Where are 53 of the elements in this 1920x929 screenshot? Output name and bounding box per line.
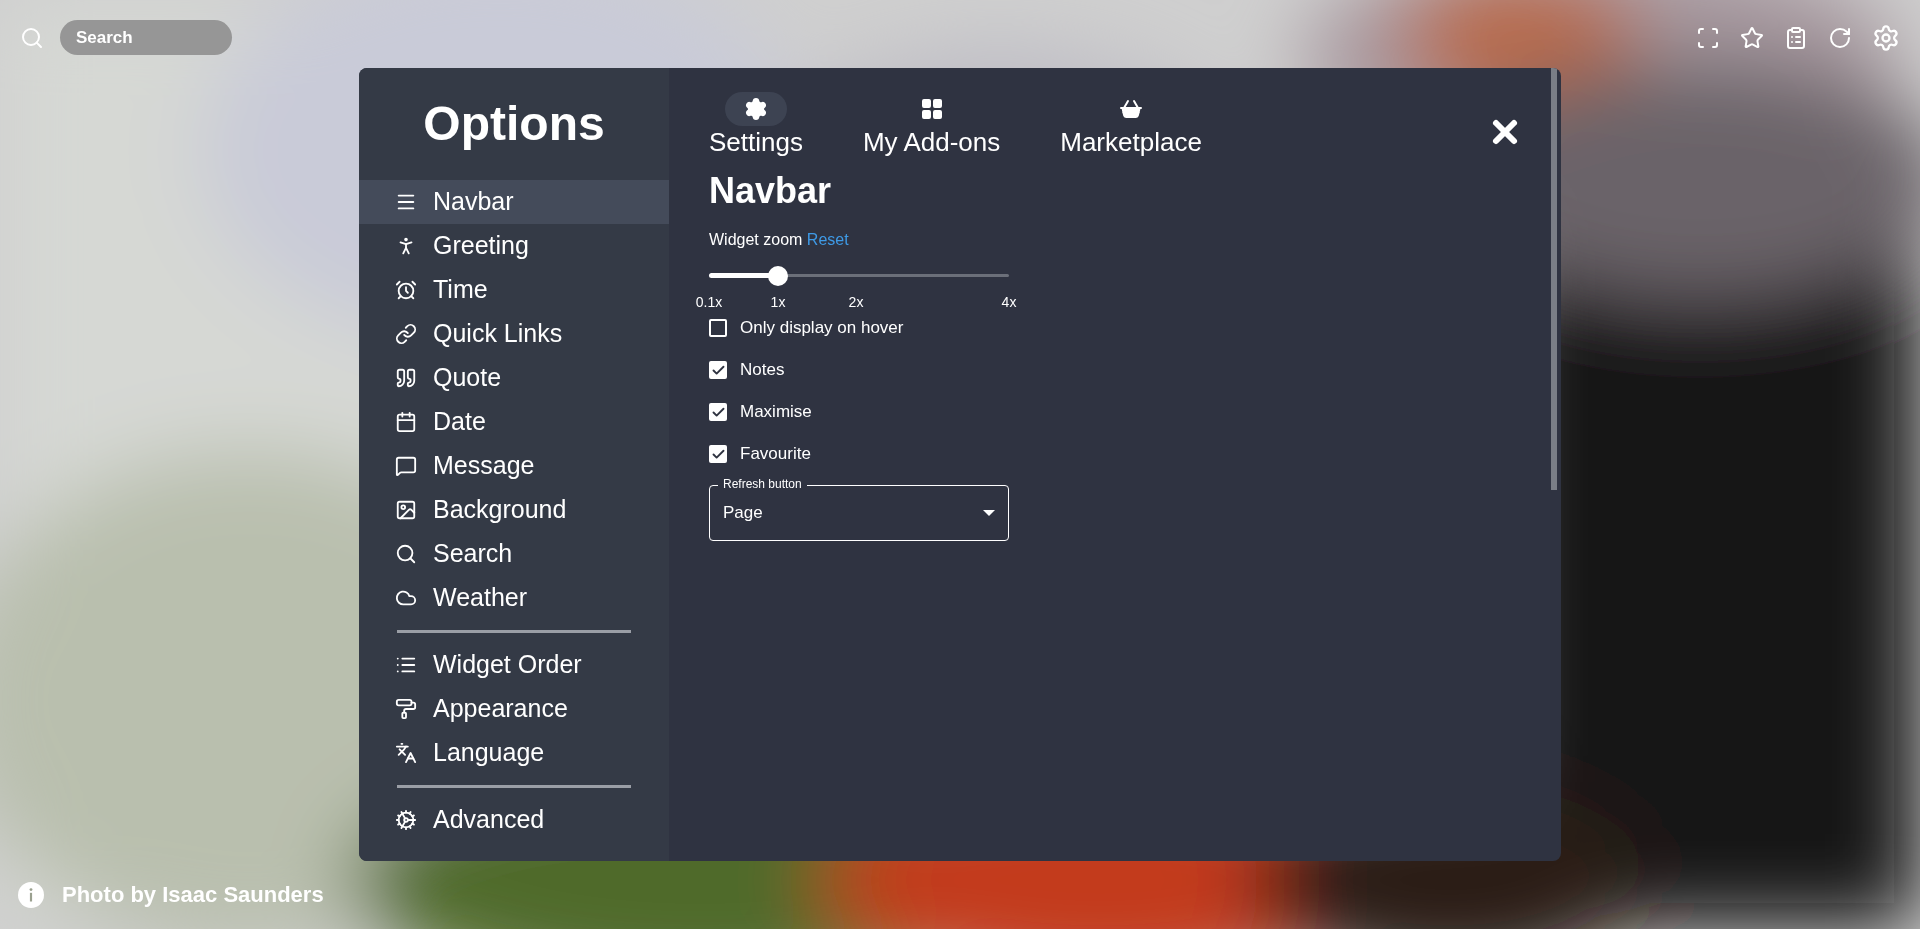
sidebar-item[interactable]: Advanced bbox=[359, 798, 669, 842]
checkbox[interactable] bbox=[709, 361, 727, 379]
slider-mark-label: 0.1x bbox=[695, 293, 723, 312]
sidebar-item[interactable]: Appearance bbox=[359, 687, 669, 731]
search-field[interactable]: Search bbox=[60, 20, 232, 55]
sidebar-item[interactable]: Search bbox=[359, 532, 669, 576]
search-icon bbox=[395, 543, 417, 565]
image-icon bbox=[395, 499, 417, 521]
checkbox-label: Maximise bbox=[740, 401, 812, 424]
translate-icon bbox=[395, 742, 417, 764]
checkbox[interactable] bbox=[709, 319, 727, 337]
slider-mark-label: 2x bbox=[848, 293, 864, 312]
cog-icon bbox=[395, 809, 417, 831]
sidebar-item[interactable]: Date bbox=[359, 400, 669, 444]
reset-link[interactable]: Reset bbox=[806, 231, 849, 248]
message-icon bbox=[395, 455, 417, 477]
zoom-label: Widget zoom bbox=[709, 231, 803, 248]
sidebar-item[interactable]: Message bbox=[359, 444, 669, 488]
alarm-clock-icon bbox=[395, 279, 417, 301]
clipboard-icon[interactable] bbox=[1784, 25, 1808, 50]
checkbox-label: Only display on hover bbox=[740, 317, 904, 340]
sidebar-item[interactable]: Weather bbox=[359, 576, 669, 620]
sidebar-item[interactable]: Quote bbox=[359, 356, 669, 400]
sidebar-item[interactable]: Time bbox=[359, 268, 669, 312]
link-icon bbox=[395, 323, 417, 345]
caret-icon bbox=[983, 510, 995, 516]
checkbox-label: Favourite bbox=[740, 443, 811, 466]
refresh-icon[interactable] bbox=[1828, 25, 1852, 50]
fullscreen-icon[interactable] bbox=[1696, 25, 1720, 50]
sidebar-item[interactable]: Quick Links bbox=[359, 312, 669, 356]
checkbox[interactable] bbox=[709, 445, 727, 463]
sidebar-item[interactable]: Widget Order bbox=[359, 643, 669, 687]
info-icon[interactable] bbox=[18, 881, 44, 908]
sidebar-item[interactable]: Navbar bbox=[359, 180, 669, 224]
checkbox[interactable] bbox=[709, 403, 727, 421]
modal-title: Options bbox=[423, 96, 605, 152]
slider-mark-label: 4x bbox=[1001, 293, 1017, 312]
slider-mark-label: 1x bbox=[770, 293, 786, 312]
paint-roller-icon bbox=[395, 698, 417, 720]
calendar-icon bbox=[395, 411, 417, 433]
basket-icon bbox=[1119, 97, 1144, 121]
checkbox-label: Notes bbox=[740, 359, 785, 382]
photo-credit: Photo by Isaac Saunders bbox=[62, 881, 324, 909]
sidebar-item[interactable]: Greeting bbox=[359, 224, 669, 268]
sidebar-item[interactable]: Background bbox=[359, 488, 669, 532]
sidebar-item[interactable]: Language bbox=[359, 731, 669, 775]
quote-icon bbox=[395, 367, 417, 389]
tab[interactable]: My Add-ons bbox=[862, 92, 1001, 158]
section-heading: Navbar bbox=[709, 169, 833, 213]
tab[interactable]: Marketplace bbox=[1060, 92, 1202, 158]
grid-icon bbox=[919, 97, 944, 121]
star-icon[interactable] bbox=[1740, 25, 1764, 50]
tab[interactable]: Settings bbox=[709, 92, 803, 158]
